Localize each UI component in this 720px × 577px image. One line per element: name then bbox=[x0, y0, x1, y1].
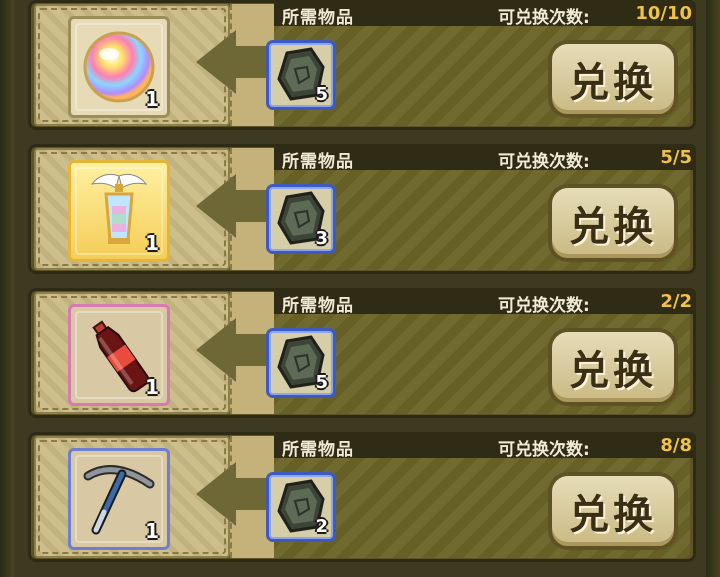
reward-item-slot[interactable]: 1 bbox=[68, 160, 170, 262]
reward-quantity: 1 bbox=[145, 87, 159, 111]
cost-item-slot[interactable]: 5 bbox=[266, 40, 336, 110]
exchange-row: 所需物品 可兑换次数: 10/10 1 5 兑换 bbox=[28, 0, 696, 130]
reward-item-slot[interactable]: 1 bbox=[68, 16, 170, 118]
arrow-left-icon bbox=[196, 318, 236, 382]
required-items-label: 所需物品 bbox=[282, 440, 354, 460]
cost-item-slot[interactable]: 2 bbox=[266, 472, 336, 542]
cost-quantity: 5 bbox=[315, 84, 328, 105]
cost-quantity: 5 bbox=[315, 372, 328, 393]
cost-item-slot[interactable]: 3 bbox=[266, 184, 336, 254]
exchange-count-label: 可兑换次数: bbox=[498, 440, 590, 460]
reward-item-slot[interactable]: 1 bbox=[68, 304, 170, 406]
exchange-button[interactable]: 兑换 bbox=[548, 184, 678, 262]
arrow-left-icon bbox=[196, 174, 236, 238]
reward-quantity: 1 bbox=[145, 519, 159, 543]
exchange-count-value: 10/10 bbox=[635, 3, 692, 24]
arrow-left-icon bbox=[196, 462, 236, 526]
right-edge-decor bbox=[706, 0, 720, 577]
exchange-count-value: 5/5 bbox=[660, 147, 692, 168]
exchange-row: 所需物品 可兑换次数: 2/2 1 5 兑换 bbox=[28, 288, 696, 418]
required-items-label: 所需物品 bbox=[282, 8, 354, 28]
exchange-count-label: 可兑换次数: bbox=[498, 8, 590, 28]
exchange-count-label: 可兑换次数: bbox=[498, 152, 590, 172]
exchange-button[interactable]: 兑换 bbox=[548, 472, 678, 550]
reward-quantity: 1 bbox=[145, 231, 159, 255]
cost-quantity: 2 bbox=[315, 516, 328, 537]
reward-item-slot[interactable]: 1 bbox=[68, 448, 170, 550]
exchange-row: 所需物品 可兑换次数: 5/5 1 3 兑换 bbox=[28, 144, 696, 274]
required-items-label: 所需物品 bbox=[282, 152, 354, 172]
arrow-left-icon bbox=[196, 30, 236, 94]
exchange-count-value: 2/2 bbox=[660, 291, 692, 312]
required-items-label: 所需物品 bbox=[282, 296, 354, 316]
exchange-button[interactable]: 兑换 bbox=[548, 40, 678, 118]
cost-quantity: 3 bbox=[315, 228, 328, 249]
exchange-row: 所需物品 可兑换次数: 8/8 1 2 兑换 bbox=[28, 432, 696, 562]
exchange-count-value: 8/8 bbox=[660, 435, 692, 456]
exchange-button[interactable]: 兑换 bbox=[548, 328, 678, 406]
cost-item-slot[interactable]: 5 bbox=[266, 328, 336, 398]
reward-quantity: 1 bbox=[145, 375, 159, 399]
left-edge-decor bbox=[0, 0, 14, 577]
exchange-count-label: 可兑换次数: bbox=[498, 296, 590, 316]
